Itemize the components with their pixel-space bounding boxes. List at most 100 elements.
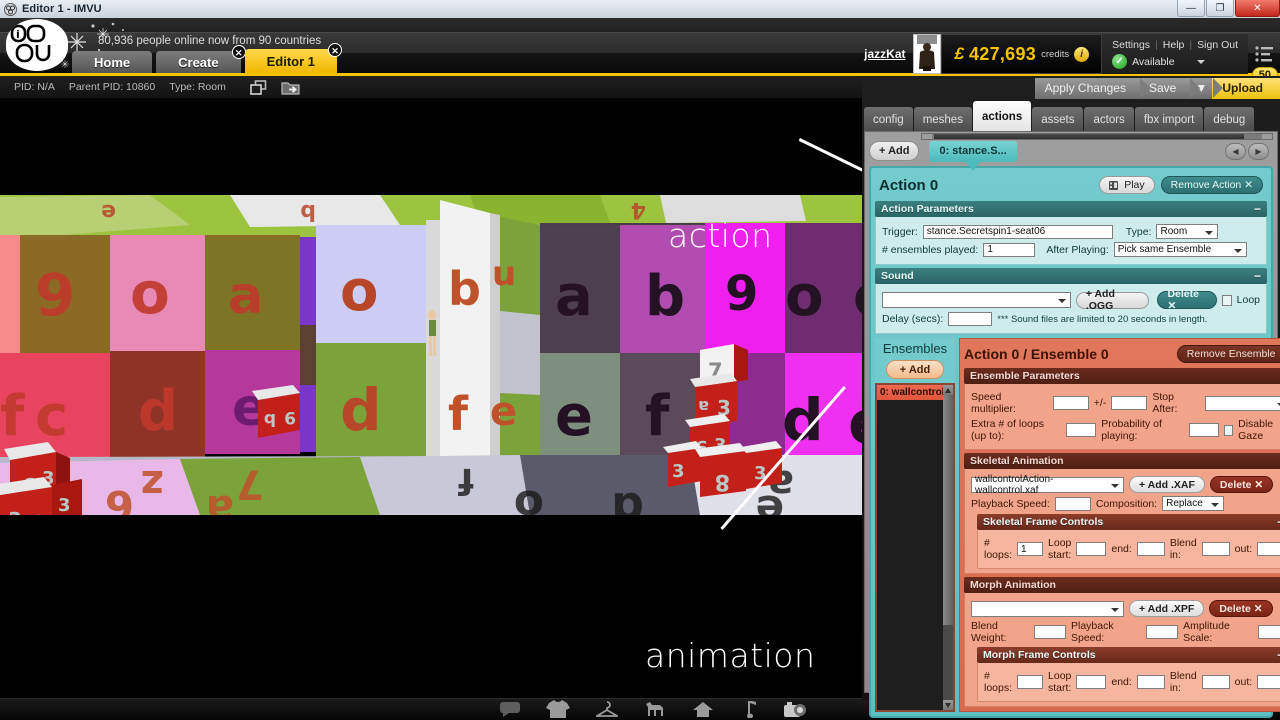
blend-weight-input[interactable] — [1033, 625, 1066, 639]
tab-debug[interactable]: debug — [1204, 107, 1255, 133]
morph-out-input[interactable] — [1257, 675, 1280, 689]
skeletal-end-input[interactable] — [1136, 542, 1165, 556]
scrollbar-thumb[interactable] — [943, 395, 953, 625]
close-icon[interactable]: ✕ — [328, 43, 342, 57]
svg-text:b: b — [448, 262, 481, 316]
apply-changes-button[interactable]: Apply Changes — [1034, 77, 1151, 99]
probability-label: Probability of playing: — [1101, 418, 1162, 442]
list-item[interactable]: 0: wallcontrolAc — [877, 385, 953, 400]
skeletal-blend-in-input[interactable] — [1201, 542, 1230, 556]
delete-sound-button[interactable]: Delete ✕ — [1157, 288, 1217, 312]
add-xpf-button[interactable]: + Add .XPF — [1129, 600, 1205, 617]
close-button[interactable]: ✕ — [1235, 0, 1280, 17]
morph-file-select[interactable] — [971, 600, 1124, 617]
ensembles-list-scrollbar[interactable] — [943, 385, 953, 710]
help-link[interactable]: Help — [1163, 39, 1185, 51]
duplicate-icon[interactable] — [250, 79, 267, 95]
delete-xaf-button[interactable]: Delete ✕ — [1209, 476, 1274, 493]
add-xaf-button[interactable]: + Add .XAF — [1129, 476, 1205, 493]
settings-link[interactable]: Settings — [1112, 39, 1150, 51]
morph-loops-input[interactable] — [1017, 675, 1044, 689]
composition-select[interactable]: Replace — [1162, 496, 1225, 511]
disable-gaze-checkbox[interactable] — [1223, 424, 1234, 436]
add-action-button[interactable]: + Add — [869, 141, 920, 161]
actions-panel-body: + Add 0: stance.S... ◀ ▶ Action 0 Play R… — [864, 131, 1280, 718]
pet-icon[interactable] — [644, 701, 666, 717]
amplitude-scale-input[interactable] — [1258, 625, 1280, 639]
prev-action-button[interactable]: ◀ — [1225, 142, 1246, 160]
header-right-cluster: jazzKat £ 427,693 credits i Settings | H… — [856, 32, 1280, 83]
sound-file-select[interactable] — [882, 292, 1071, 308]
maximize-button[interactable]: ❐ — [1206, 0, 1234, 17]
loop-checkbox[interactable] — [1221, 294, 1232, 306]
ensembles-played-input[interactable] — [983, 242, 1036, 257]
delay-input[interactable] — [948, 312, 993, 326]
nav-tab-create[interactable]: Create ✕ — [156, 45, 246, 73]
skeletal-out-input[interactable] — [1257, 542, 1280, 556]
skeletal-loops-input[interactable] — [1017, 542, 1044, 556]
plus-minus-input[interactable] — [1111, 396, 1148, 410]
collapse-icon[interactable]: − — [1254, 202, 1261, 216]
morph-end-input[interactable] — [1136, 675, 1165, 689]
close-icon[interactable]: ✕ — [231, 45, 246, 59]
music-icon[interactable] — [740, 700, 758, 718]
list-menu-icon[interactable] — [1255, 46, 1273, 62]
add-ogg-button[interactable]: + Add .OGG — [1075, 288, 1150, 312]
morph-loop-start-input[interactable] — [1076, 675, 1107, 689]
ensembles-list[interactable]: 0: wallcontrolAc — [875, 383, 955, 712]
minimize-button[interactable]: — — [1177, 0, 1205, 17]
tab-config[interactable]: config — [864, 107, 913, 133]
tab-assets[interactable]: assets — [1032, 107, 1084, 133]
speed-multiplier-input[interactable] — [1052, 396, 1089, 410]
scroll-down-icon[interactable] — [943, 700, 953, 710]
sound-title: Sound — [881, 270, 914, 282]
scene-viewport[interactable]: – T Display Name: untitled — [0, 98, 862, 698]
shirt-icon[interactable] — [546, 700, 570, 718]
svg-text:8: 8 — [32, 510, 46, 515]
action-parameters-title: Action Parameters — [881, 203, 974, 215]
imvu-logo[interactable]: i — [6, 19, 68, 71]
playback-speed-input[interactable] — [1054, 496, 1091, 511]
export-icon[interactable] — [281, 80, 300, 95]
tab-actors[interactable]: actors — [1084, 107, 1134, 133]
scrollbar-right-cap — [1262, 134, 1272, 139]
play-action-button[interactable]: Play — [1099, 176, 1155, 194]
action-chip-0[interactable]: 0: stance.S... — [929, 140, 1017, 171]
action-strip-scrollbar[interactable] — [921, 133, 1273, 140]
tab-meshes[interactable]: meshes — [913, 107, 972, 133]
scrollbar-thumb[interactable] — [934, 134, 1244, 139]
add-ensemble-button[interactable]: + Add — [885, 360, 945, 379]
username-link[interactable]: jazzKat — [856, 32, 913, 76]
camera-icon[interactable] — [784, 701, 806, 718]
skeletal-loop-start-input[interactable] — [1076, 542, 1107, 556]
avatar[interactable] — [913, 34, 942, 74]
availability-select[interactable]: Available — [1132, 56, 1205, 68]
nav-tab-home[interactable]: Home — [72, 51, 153, 73]
hanger-icon[interactable] — [596, 701, 618, 717]
morph-blend-in-input[interactable] — [1201, 675, 1230, 689]
scroll-up-icon[interactable] — [943, 385, 953, 395]
nav-tab-editor1[interactable]: Editor 1 ✕ — [244, 43, 342, 73]
type-select[interactable]: Room — [1156, 224, 1219, 239]
morph-playback-speed-input[interactable] — [1146, 625, 1179, 639]
tab-actions[interactable]: actions — [972, 101, 1032, 133]
house-icon[interactable] — [692, 701, 714, 718]
next-action-button[interactable]: ▶ — [1248, 142, 1269, 160]
credits-display[interactable]: £ 427,693 credits i — [941, 34, 1103, 74]
after-playing-select[interactable]: Pick same Ensemble — [1113, 242, 1247, 257]
svg-text:f: f — [448, 387, 469, 441]
trigger-input[interactable] — [922, 224, 1113, 239]
tab-fbx-import[interactable]: fbx import — [1134, 107, 1204, 133]
info-icon[interactable]: i — [1074, 46, 1090, 62]
stop-after-select[interactable] — [1205, 395, 1280, 411]
extra-loops-input[interactable] — [1066, 423, 1097, 437]
skeletal-file-select[interactable]: wallcontrolAction-wallcontrol.xaf — [971, 474, 1124, 496]
settings-cluster: Settings | Help | Sign Out ✓ Available — [1102, 34, 1248, 74]
probability-input[interactable] — [1188, 423, 1219, 437]
delete-xpf-button[interactable]: Delete ✕ — [1209, 600, 1273, 617]
remove-ensemble-button[interactable]: Remove Ensemble ✕ — [1176, 345, 1280, 363]
chat-icon[interactable] — [500, 701, 520, 717]
collapse-icon[interactable]: − — [1254, 269, 1261, 283]
remove-action-button[interactable]: Remove Action ✕ — [1160, 176, 1263, 194]
signout-link[interactable]: Sign Out — [1197, 39, 1238, 51]
